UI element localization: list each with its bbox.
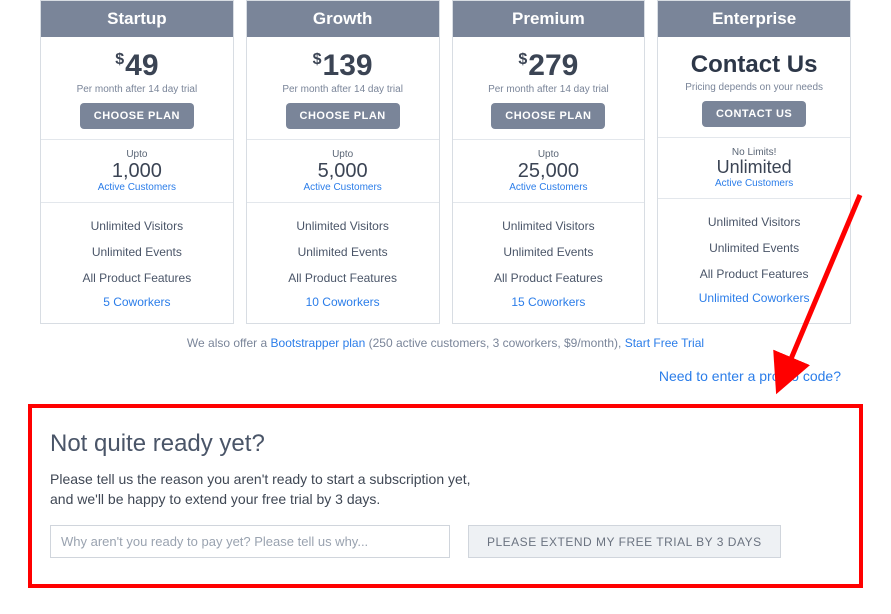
plan-price: $139	[247, 51, 439, 81]
price-number: 49	[125, 49, 158, 82]
bootstrapper-plan-link[interactable]: Bootstrapper plan	[271, 336, 366, 350]
plan-subprice: Per month after 14 day trial	[453, 84, 645, 95]
feature-list: Unlimited Visitors Unlimited Events All …	[453, 203, 645, 323]
extend-trial-button[interactable]: PLEASE EXTEND MY FREE TRIAL BY 3 DAYS	[468, 525, 781, 558]
price-number: 279	[528, 49, 578, 82]
bootstrapper-row: We also offer a Bootstrapper plan (250 a…	[0, 336, 891, 350]
customers-number: 25,000	[453, 160, 645, 182]
customers-pre: Upto	[453, 149, 645, 160]
not-ready-row: PLEASE EXTEND MY FREE TRIAL BY 3 DAYS	[50, 525, 841, 558]
plan-customers: Upto 1,000 Active Customers	[41, 140, 233, 203]
plan-enterprise: Enterprise Contact Us Pricing depends on…	[657, 0, 851, 324]
feature-item: All Product Features	[247, 265, 439, 291]
feature-item: All Product Features	[658, 261, 850, 287]
feature-item: Unlimited Visitors	[453, 213, 645, 239]
feature-item: Unlimited Events	[453, 239, 645, 265]
plan-growth: Growth $139 Per month after 14 day trial…	[246, 0, 440, 324]
plan-price-block: $279 Per month after 14 day trial CHOOSE…	[453, 37, 645, 140]
choose-plan-button[interactable]: CHOOSE PLAN	[80, 103, 194, 129]
promo-row: Need to enter a promo code?	[0, 368, 891, 384]
not-ready-subtitle: Please tell us the reason you aren't rea…	[50, 470, 490, 509]
plan-customers: Upto 25,000 Active Customers	[453, 140, 645, 203]
plan-price-block: $49 Per month after 14 day trial CHOOSE …	[41, 37, 233, 140]
choose-plan-button[interactable]: CHOOSE PLAN	[491, 103, 605, 129]
plan-customers: No Limits! Unlimited Active Customers	[658, 138, 850, 199]
currency-symbol: $	[313, 51, 322, 68]
not-ready-box: Not quite ready yet? Please tell us the …	[28, 404, 863, 588]
feature-item: Unlimited Visitors	[247, 213, 439, 239]
currency-symbol: $	[518, 51, 527, 68]
promo-code-link[interactable]: Need to enter a promo code?	[659, 368, 841, 384]
plan-subprice: Per month after 14 day trial	[247, 84, 439, 95]
start-free-trial-link[interactable]: Start Free Trial	[625, 336, 704, 350]
feature-list: Unlimited Visitors Unlimited Events All …	[658, 199, 850, 319]
contact-us-label: Contact Us	[658, 51, 850, 79]
customers-number: Unlimited	[658, 158, 850, 178]
customers-number: 5,000	[247, 160, 439, 182]
plan-price-block: $139 Per month after 14 day trial CHOOSE…	[247, 37, 439, 140]
coworkers-link[interactable]: 5 Coworkers	[41, 291, 233, 311]
plan-header: Startup	[41, 1, 233, 37]
plan-subprice: Pricing depends on your needs	[658, 82, 850, 93]
customers-number: 1,000	[41, 160, 233, 182]
active-customers-link[interactable]: Active Customers	[41, 182, 233, 193]
active-customers-link[interactable]: Active Customers	[658, 178, 850, 189]
currency-symbol: $	[115, 51, 124, 68]
bootstrapper-prefix: We also offer a	[187, 336, 271, 350]
plan-premium: Premium $279 Per month after 14 day tria…	[452, 0, 646, 324]
contact-us-button[interactable]: CONTACT US	[702, 101, 806, 127]
customers-pre: Upto	[247, 149, 439, 160]
coworkers-link[interactable]: 15 Coworkers	[453, 291, 645, 311]
feature-item: All Product Features	[453, 265, 645, 291]
plan-startup: Startup $49 Per month after 14 day trial…	[40, 0, 234, 324]
feature-item: Unlimited Events	[41, 239, 233, 265]
plan-header: Growth	[247, 1, 439, 37]
not-ready-title: Not quite ready yet?	[50, 430, 841, 458]
plan-subprice: Per month after 14 day trial	[41, 84, 233, 95]
price-number: 139	[323, 49, 373, 82]
feature-list: Unlimited Visitors Unlimited Events All …	[41, 203, 233, 323]
pricing-plans: Startup $49 Per month after 14 day trial…	[0, 0, 891, 324]
customers-pre: Upto	[41, 149, 233, 160]
active-customers-link[interactable]: Active Customers	[247, 182, 439, 193]
feature-list: Unlimited Visitors Unlimited Events All …	[247, 203, 439, 323]
feature-item: Unlimited Events	[247, 239, 439, 265]
coworkers-link[interactable]: Unlimited Coworkers	[658, 287, 850, 307]
plan-price-block: Contact Us Pricing depends on your needs…	[658, 37, 850, 138]
feature-item: Unlimited Visitors	[41, 213, 233, 239]
reason-input[interactable]	[50, 525, 450, 558]
coworkers-link[interactable]: 10 Coworkers	[247, 291, 439, 311]
feature-item: Unlimited Visitors	[658, 209, 850, 235]
plan-price: $279	[453, 51, 645, 81]
plan-customers: Upto 5,000 Active Customers	[247, 140, 439, 203]
active-customers-link[interactable]: Active Customers	[453, 182, 645, 193]
feature-item: Unlimited Events	[658, 235, 850, 261]
choose-plan-button[interactable]: CHOOSE PLAN	[286, 103, 400, 129]
plan-price: $49	[41, 51, 233, 81]
plan-header: Enterprise	[658, 1, 850, 37]
plan-header: Premium	[453, 1, 645, 37]
bootstrapper-middle: (250 active customers, 3 coworkers, $9/m…	[365, 336, 624, 350]
feature-item: All Product Features	[41, 265, 233, 291]
